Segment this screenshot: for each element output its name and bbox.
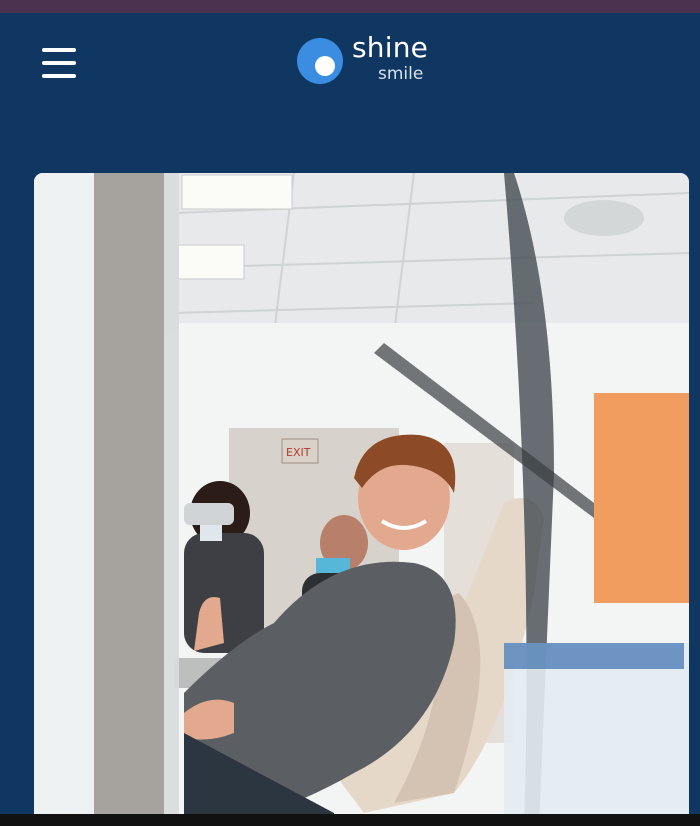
menu-bar-bottom bbox=[42, 74, 76, 78]
logo-word-smile: smile bbox=[378, 64, 424, 84]
logo-mark-icon bbox=[297, 38, 343, 84]
logo-word-shine: shine bbox=[352, 31, 429, 64]
bottom-status-bar bbox=[0, 814, 700, 826]
hamburger-menu-button[interactable] bbox=[42, 46, 78, 80]
top-browser-strip bbox=[0, 0, 700, 13]
menu-bar-middle bbox=[42, 61, 76, 65]
exit-sign-text: EXIT bbox=[286, 446, 311, 459]
hero-photo-illustration: EXIT bbox=[34, 173, 689, 826]
menu-bar-top bbox=[42, 48, 76, 52]
hero-image: EXIT bbox=[34, 173, 689, 826]
site-header: shine smile bbox=[0, 13, 700, 133]
shine-smile-logo[interactable]: shine smile bbox=[296, 31, 436, 93]
